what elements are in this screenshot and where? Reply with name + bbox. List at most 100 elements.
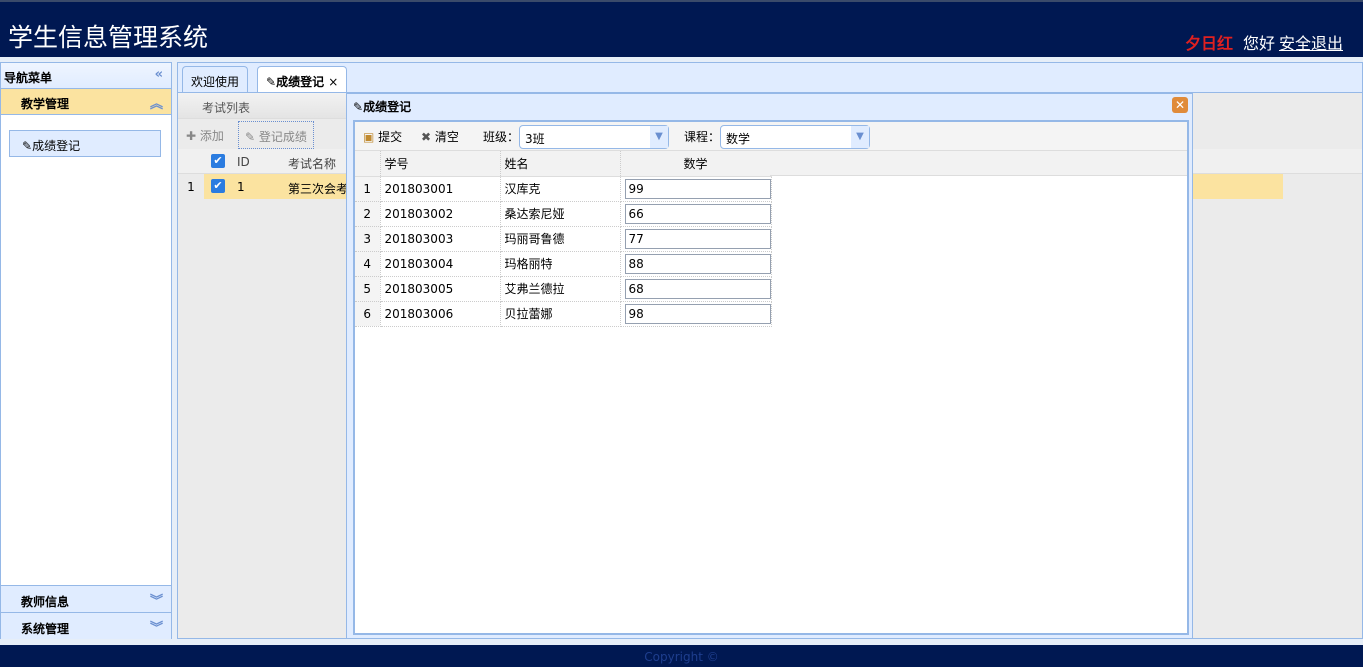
tab-label: 欢迎使用 — [191, 75, 240, 89]
copyright: Copyright © — [644, 650, 719, 664]
collapse-icon[interactable]: « — [155, 67, 163, 82]
tab-welcome[interactable]: 欢迎使用 — [182, 66, 249, 93]
nav-group-teaching[interactable]: 教学管理 ︽ — [1, 89, 171, 115]
exam-name: 第三次会考 — [288, 182, 349, 196]
dialog-toolbar: ▣ 提交 ✖ 清空 班级： 3班 ▼ 课程： 数学 ▼ — [355, 122, 1187, 151]
greeting: 您好 — [1242, 34, 1275, 53]
exam-list-header: 考试列表 — [178, 93, 346, 119]
nav-panel: 导航菜单 « 教学管理 ︽ ✎成绩登记 教师信息 ︾ 系统管理 ︾ — [0, 62, 172, 639]
register-label: 登记成绩 — [258, 130, 307, 144]
table-row[interactable]: 2 201803002 桑达索尼娅 — [355, 201, 772, 227]
student-name: 贝拉蕾娜 — [500, 301, 621, 327]
user-name: 夕日红 — [1184, 34, 1233, 53]
col-name: 姓名 — [500, 151, 621, 177]
row-number: 6 — [355, 301, 381, 327]
footer: Copyright © — [0, 645, 1363, 667]
score-input[interactable] — [624, 278, 771, 299]
logout-link[interactable]: 安全退出 — [1279, 30, 1343, 54]
close-icon[interactable]: ✕ — [1172, 97, 1188, 113]
tab-label: 成绩登记 — [276, 75, 325, 89]
student-id: 201803003 — [380, 226, 501, 252]
nav-title-text: 导航菜单 — [4, 71, 53, 85]
score-input[interactable] — [624, 203, 771, 224]
table-row[interactable]: 3 201803003 玛丽哥鲁德 — [355, 226, 772, 252]
row-number: 3 — [355, 226, 381, 252]
student-name: 艾弗兰德拉 — [500, 276, 621, 302]
col-exam-name: 考试名称 — [288, 157, 337, 171]
table-row[interactable]: 1 201803001 汉库克 — [355, 176, 772, 202]
student-id: 201803002 — [380, 201, 501, 227]
chevron-up-icon: ︽ — [149, 97, 163, 112]
student-id: 201803001 — [380, 176, 501, 202]
submit-button[interactable]: ▣ 提交 — [363, 128, 402, 145]
nav-title: 导航菜单 « — [1, 63, 171, 89]
score-input[interactable] — [624, 303, 771, 324]
grid-header-filler — [770, 151, 1187, 176]
table-row[interactable]: 6 201803006 贝拉蕾娜 — [355, 301, 772, 327]
score-input[interactable] — [624, 253, 771, 274]
tab-score-entry[interactable]: ✎成绩登记 × — [257, 66, 348, 94]
add-label: 添加 — [199, 129, 224, 143]
submit-icon: ▣ — [363, 130, 375, 144]
score-entry-dialog: ✎成绩登记 ✕ ▣ 提交 ✖ 清空 班级： 3班 ▼ 课程： 数学 ▼ 学号 姓名 … — [346, 93, 1193, 639]
student-name: 玛丽哥鲁德 — [500, 226, 621, 252]
chevron-down-icon: ▼ — [851, 126, 869, 148]
edit-icon: ✎ — [353, 100, 364, 114]
nav-group-teachers[interactable]: 教师信息 ︾ — [1, 585, 171, 612]
col-student-id: 学号 — [380, 151, 501, 177]
col-id: ID — [237, 155, 250, 169]
chevron-down-icon: ︾ — [149, 594, 163, 609]
nav-group-label: 系统管理 — [21, 622, 70, 636]
dialog-title: ✎成绩登记 — [353, 98, 411, 115]
exam-toolbar: ✚ 添加 ✎ 登记成绩 — [178, 121, 346, 149]
student-name: 桑达索尼娅 — [500, 201, 621, 227]
nav-item-label: 成绩登记 — [32, 139, 81, 153]
student-id: 201803006 — [380, 301, 501, 327]
table-row[interactable]: 5 201803005 艾弗兰德拉 — [355, 276, 772, 302]
clear-button[interactable]: ✖ 清空 — [421, 128, 459, 145]
pencil-icon: ✎ — [22, 139, 33, 153]
row-number: 2 — [355, 201, 381, 227]
row-number: 5 — [355, 276, 381, 302]
course-select[interactable]: 数学 ▼ — [720, 125, 870, 149]
student-id: 201803005 — [380, 276, 501, 302]
score-grid: 学号 姓名 数学 1 201803001 汉库克 2 201803002 桑达索… — [355, 151, 772, 327]
table-row[interactable]: 4 201803004 玛格丽特 — [355, 251, 772, 277]
row-number: 1 — [178, 174, 204, 199]
row-number: 1 — [355, 176, 381, 202]
grid-header-extra — [1193, 149, 1362, 174]
tab-close-icon[interactable]: × — [328, 75, 338, 89]
clear-icon: ✖ — [421, 130, 432, 144]
chevron-down-icon: ︾ — [149, 621, 163, 636]
chevron-down-icon: ▼ — [650, 126, 668, 148]
class-select[interactable]: 3班 ▼ — [519, 125, 669, 149]
row-checkbox[interactable]: ✔ — [211, 179, 225, 193]
nav-group-system[interactable]: 系统管理 ︾ — [1, 612, 171, 639]
submit-label: 提交 — [378, 130, 403, 144]
score-input[interactable] — [624, 178, 771, 199]
app-header: 学生信息管理系统 夕日红 您好 安全退出 — [0, 0, 1363, 57]
nav-group-label: 教师信息 — [21, 595, 70, 609]
nav-item-score-entry[interactable]: ✎成绩登记 — [9, 130, 161, 157]
student-id: 201803004 — [380, 251, 501, 277]
class-value: 3班 — [525, 132, 545, 146]
tab-content: 考试列表 ✚ 添加 ✎ 登记成绩 ✔ ID 考试名称 1 ✔ 1 第三次会考 ✎… — [178, 92, 1362, 639]
pencil-icon: ✎ — [266, 75, 277, 89]
register-score-button[interactable]: ✎ 登记成绩 — [238, 121, 314, 149]
col-rownum — [355, 151, 381, 177]
select-all-checkbox[interactable]: ✔ — [211, 154, 225, 168]
exam-grid-header: ✔ ID 考试名称 — [178, 149, 346, 174]
dialog-body: ▣ 提交 ✖ 清空 班级： 3班 ▼ 课程： 数学 ▼ 学号 姓名 数学 1 201… — [353, 120, 1189, 635]
clear-label: 清空 — [434, 130, 459, 144]
score-input[interactable] — [624, 228, 771, 249]
app-title: 学生信息管理系统 — [8, 23, 209, 52]
exam-id: 1 — [237, 180, 245, 194]
row-number: 4 — [355, 251, 381, 277]
student-name: 汉库克 — [500, 176, 621, 202]
course-label: 课程： — [684, 130, 721, 144]
add-button[interactable]: ✚ 添加 — [186, 127, 224, 144]
nav-group-label: 教学管理 — [21, 97, 70, 111]
dialog-title-text: 成绩登记 — [363, 100, 412, 114]
main-area: 欢迎使用 ✎成绩登记 × 考试列表 ✚ 添加 ✎ 登记成绩 ✔ ID 考试名称 … — [177, 62, 1363, 639]
class-label: 班级： — [483, 130, 520, 144]
